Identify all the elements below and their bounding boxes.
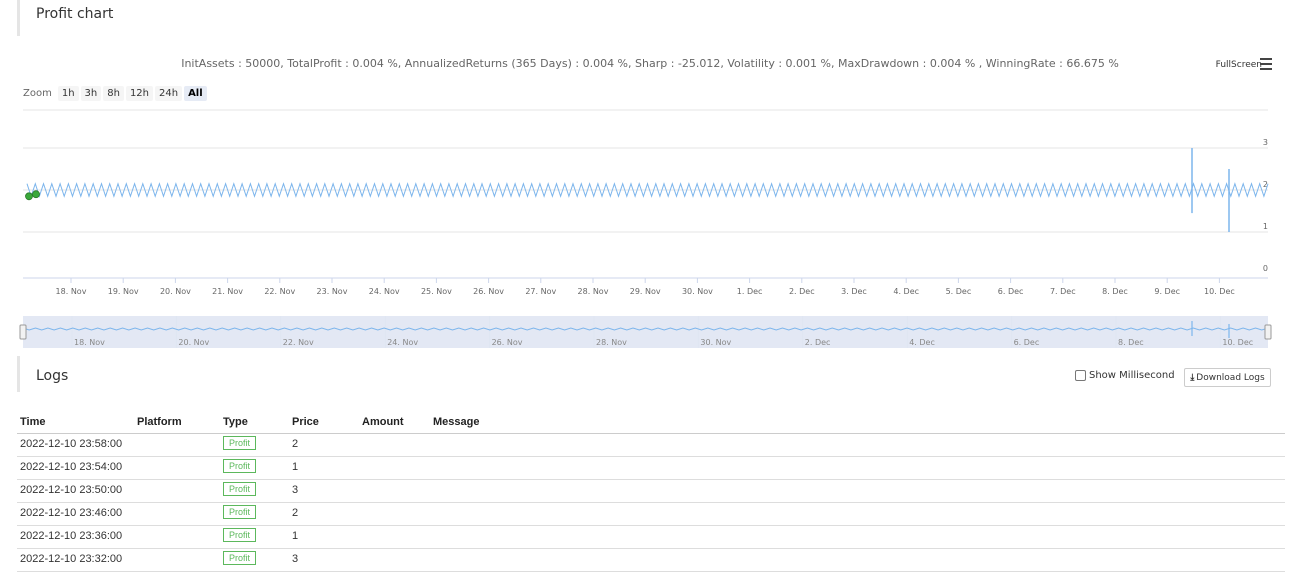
cell-price: 1 bbox=[292, 530, 299, 542]
col-header-price: Price bbox=[292, 416, 319, 428]
profit-chart-header: Profit chart bbox=[17, 0, 113, 36]
x-tick-label: 7. Dec bbox=[1050, 287, 1076, 296]
x-tick-label: 3. Dec bbox=[841, 287, 867, 296]
type-badge: Profit bbox=[223, 459, 257, 473]
col-header-platform: Platform bbox=[137, 416, 182, 428]
nav-tick-label: 30. Nov bbox=[700, 338, 731, 347]
zoom-label: Zoom bbox=[23, 88, 52, 99]
download-icon: ⤓ bbox=[1190, 372, 1195, 383]
cell-price: 3 bbox=[292, 484, 299, 496]
trade-marker[interactable] bbox=[32, 190, 40, 199]
nav-tick-label: 26. Nov bbox=[492, 338, 523, 347]
navigator[interactable]: 18. Nov 20. Nov 22. Nov 24. Nov 26. Nov 28. N… bbox=[0, 312, 1300, 352]
trade-marker[interactable] bbox=[25, 192, 33, 201]
type-badge: Profit bbox=[223, 436, 257, 450]
logs-title: Logs bbox=[36, 368, 69, 384]
zoom-1h-button[interactable]: 1h bbox=[57, 86, 79, 101]
x-tick-label: 22. Nov bbox=[264, 287, 295, 296]
nav-tick-label: 2. Dec bbox=[805, 338, 831, 347]
col-header-message: Message bbox=[433, 416, 480, 428]
table-row: 2022-12-10 23:50:00 Profit 3 bbox=[17, 480, 1285, 503]
zoom-toolbar: Zoom 1h 3h 8h 12h 24h All bbox=[23, 86, 209, 101]
x-tick-label: 21. Nov bbox=[212, 287, 243, 296]
x-tick-label: 19. Nov bbox=[108, 287, 139, 296]
nav-tick-label: 28. Nov bbox=[596, 338, 627, 347]
profit-chart-title: Profit chart bbox=[36, 6, 114, 22]
x-tick-label: 30. Nov bbox=[682, 287, 713, 296]
nav-tick-label: 18. Nov bbox=[74, 338, 105, 347]
x-tick-label: 2. Dec bbox=[789, 287, 815, 296]
cell-time: 2022-12-10 23:36:00 bbox=[20, 530, 123, 542]
show-millisecond-checkbox[interactable]: Show Millisecond bbox=[1075, 370, 1175, 381]
x-tick-label: 25. Nov bbox=[421, 287, 452, 296]
download-logs-button[interactable]: ⤓ Download Logs bbox=[1184, 368, 1271, 387]
x-tick-label: 29. Nov bbox=[630, 287, 661, 296]
col-header-amount: Amount bbox=[362, 416, 404, 428]
x-tick-label: 20. Nov bbox=[160, 287, 191, 296]
navigator-selection[interactable] bbox=[23, 316, 1268, 348]
table-row: 2022-12-10 23:58:00 Profit 2 bbox=[17, 434, 1285, 457]
cell-price: 2 bbox=[292, 507, 299, 519]
cell-time: 2022-12-10 23:32:00 bbox=[20, 553, 123, 565]
stats-summary: InitAssets : 50000, TotalProfit : 0.004 … bbox=[181, 57, 1119, 70]
zoom-12h-button[interactable]: 12h bbox=[125, 86, 153, 101]
cell-price: 1 bbox=[292, 461, 299, 473]
nav-tick-label: 8. Dec bbox=[1118, 338, 1144, 347]
navigator-left-handle[interactable] bbox=[19, 324, 27, 340]
zoom-24h-button[interactable]: 24h bbox=[155, 86, 183, 101]
x-tick-label: 28. Nov bbox=[578, 287, 609, 296]
x-tick-label: 27. Nov bbox=[525, 287, 556, 296]
logs-header: Logs bbox=[17, 356, 68, 392]
col-header-time: Time bbox=[20, 416, 46, 428]
table-row: 2022-12-10 23:36:00 Profit 1 bbox=[17, 526, 1285, 549]
x-tick-label: 4. Dec bbox=[893, 287, 919, 296]
hamburger-menu-icon[interactable] bbox=[1260, 58, 1272, 70]
nav-tick-label: 4. Dec bbox=[909, 338, 935, 347]
cell-time: 2022-12-10 23:58:00 bbox=[20, 438, 123, 450]
x-tick-label: 1. Dec bbox=[737, 287, 763, 296]
nav-tick-label: 10. Dec bbox=[1222, 338, 1253, 347]
y-tick-label: 0 bbox=[1263, 264, 1268, 273]
checkbox-box[interactable] bbox=[1075, 370, 1086, 381]
cell-price: 3 bbox=[292, 553, 299, 565]
cell-price: 2 bbox=[292, 438, 299, 450]
nav-tick-label: 24. Nov bbox=[387, 338, 418, 347]
table-row: 2022-12-10 23:32:00 Profit 3 bbox=[17, 549, 1285, 572]
type-badge: Profit bbox=[223, 528, 257, 542]
navigator-right-handle[interactable] bbox=[1264, 324, 1272, 340]
x-tick-label: 8. Dec bbox=[1102, 287, 1128, 296]
logs-table: Time Platform Type Price Amount Message … bbox=[17, 412, 1285, 572]
x-tick-label: 9. Dec bbox=[1154, 287, 1180, 296]
cell-time: 2022-12-10 23:50:00 bbox=[20, 484, 123, 496]
x-tick-label: 10. Dec bbox=[1204, 287, 1235, 296]
table-header-row: Time Platform Type Price Amount Message bbox=[17, 412, 1285, 434]
table-row: 2022-12-10 23:46:00 Profit 2 bbox=[17, 503, 1285, 526]
fullscreen-button[interactable]: FullScreen bbox=[1216, 60, 1262, 70]
x-tick-label: 18. Nov bbox=[56, 287, 87, 296]
type-badge: Profit bbox=[223, 482, 257, 496]
zoom-8h-button[interactable]: 8h bbox=[103, 86, 124, 101]
cell-time: 2022-12-10 23:46:00 bbox=[20, 507, 123, 519]
y-tick-label: 1 bbox=[1263, 222, 1268, 231]
cell-time: 2022-12-10 23:54:00 bbox=[20, 461, 123, 473]
profit-line-chart: 0123 18. Nov 19. Nov 20. Nov 21. Nov 22. Nov… bbox=[23, 109, 1269, 296]
col-header-type: Type bbox=[223, 416, 248, 428]
download-logs-label: Download Logs bbox=[1196, 372, 1265, 383]
nav-tick-label: 22. Nov bbox=[283, 338, 314, 347]
x-tick-label: 6. Dec bbox=[998, 287, 1024, 296]
type-badge: Profit bbox=[223, 551, 257, 565]
y-tick-label: 3 bbox=[1263, 138, 1268, 147]
x-tick-label: 26. Nov bbox=[473, 287, 504, 296]
x-tick-label: 24. Nov bbox=[369, 287, 400, 296]
nav-tick-label: 20. Nov bbox=[178, 338, 209, 347]
table-row: 2022-12-10 23:54:00 Profit 1 bbox=[17, 457, 1285, 480]
x-tick-label: 23. Nov bbox=[317, 287, 348, 296]
x-tick-label: 5. Dec bbox=[946, 287, 972, 296]
nav-tick-label: 6. Dec bbox=[1014, 338, 1040, 347]
type-badge: Profit bbox=[223, 505, 257, 519]
zoom-all-button[interactable]: All bbox=[184, 86, 207, 101]
zoom-3h-button[interactable]: 3h bbox=[80, 86, 102, 101]
show-millisecond-label: Show Millisecond bbox=[1089, 370, 1175, 381]
